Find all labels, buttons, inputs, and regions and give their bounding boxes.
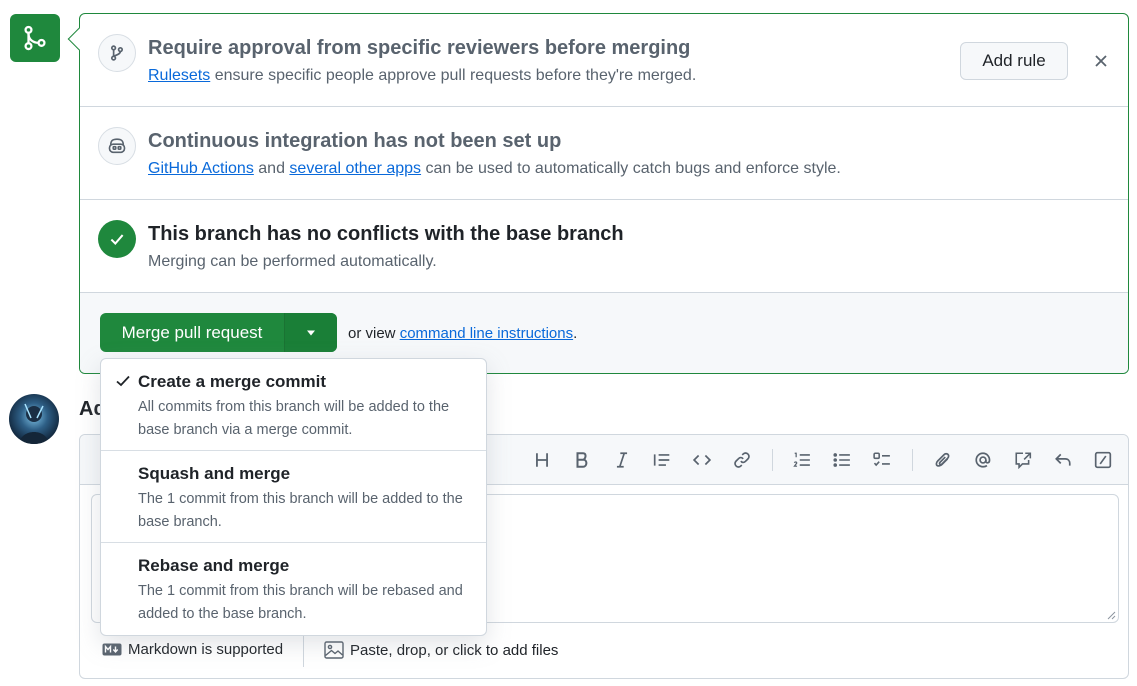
italic-icon bbox=[616, 452, 628, 468]
quote-button[interactable] bbox=[649, 447, 675, 473]
add-files-button[interactable]: Paste, drop, or click to add files bbox=[324, 641, 558, 659]
ordered-list-icon bbox=[793, 452, 810, 467]
bold-button[interactable] bbox=[569, 447, 595, 473]
toolbar-divider bbox=[912, 449, 913, 471]
check-icon-wrap bbox=[98, 220, 136, 258]
heading-icon bbox=[536, 453, 548, 467]
close-icon bbox=[1095, 55, 1107, 67]
toolbar-divider bbox=[772, 449, 773, 471]
markdown-icon bbox=[102, 643, 122, 656]
image-icon bbox=[324, 641, 344, 659]
ci-desc-text: can be used to automatically catch bugs … bbox=[421, 160, 841, 177]
ci-section: Continuous integration has not been set … bbox=[80, 107, 1128, 200]
paperclip-icon bbox=[935, 452, 950, 467]
menu-item-rebase-merge[interactable]: Rebase and merge The 1 commit from this … bbox=[101, 543, 486, 635]
numbered-list-button[interactable] bbox=[789, 447, 815, 473]
ci-title: Continuous integration has not been set … bbox=[148, 130, 562, 152]
ci-icon-wrap bbox=[98, 127, 136, 165]
heading-button[interactable] bbox=[529, 447, 555, 473]
markdown-note[interactable]: Markdown is supported bbox=[102, 641, 283, 658]
ruleset-description: Rulesets ensure specific people approve … bbox=[148, 67, 696, 85]
mention-button[interactable] bbox=[970, 447, 996, 473]
git-branch-icon bbox=[110, 45, 124, 61]
menu-item-title: Squash and merge bbox=[138, 464, 291, 483]
ruleset-section: Require approval from specific reviewers… bbox=[80, 14, 1128, 107]
branch-icon-wrap bbox=[98, 34, 136, 72]
unordered-list-icon bbox=[833, 453, 850, 467]
cross-reference-icon bbox=[1015, 452, 1032, 469]
reply-icon bbox=[1055, 453, 1071, 466]
git-merge-icon bbox=[24, 25, 46, 51]
cli-instructions-note: or view command line instructions. bbox=[348, 325, 577, 342]
slash-command-icon bbox=[1094, 451, 1112, 469]
menu-item-description: The 1 commit from this branch will be re… bbox=[138, 583, 463, 622]
attach-file-button[interactable] bbox=[930, 447, 956, 473]
period-text: . bbox=[573, 325, 578, 342]
merge-box: Require approval from specific reviewers… bbox=[79, 13, 1129, 374]
menu-item-squash-merge[interactable]: Squash and merge The 1 commit from this … bbox=[101, 451, 486, 543]
link-icon bbox=[734, 452, 750, 468]
ci-desc-and: and bbox=[253, 160, 290, 177]
merge-method-dropdown[interactable] bbox=[285, 313, 337, 352]
check-icon bbox=[110, 234, 124, 245]
user-avatar-image bbox=[9, 394, 59, 444]
add-rule-button[interactable]: Add rule bbox=[960, 42, 1068, 80]
rulesets-link[interactable]: Rulesets bbox=[148, 67, 210, 84]
comment-footer: Markdown is supported Paste, drop, or cl… bbox=[80, 635, 1128, 667]
github-actions-link[interactable]: GitHub Actions bbox=[148, 160, 254, 177]
bulleted-list-button[interactable] bbox=[829, 447, 855, 473]
quote-icon bbox=[653, 454, 670, 466]
task-list-button[interactable] bbox=[869, 447, 895, 473]
tasklist-icon bbox=[873, 452, 890, 467]
conflicts-title: This branch has no conflicts with the ba… bbox=[148, 223, 624, 245]
reference-button[interactable] bbox=[1010, 447, 1036, 473]
dismiss-button[interactable] bbox=[1088, 48, 1114, 74]
merge-pull-request-button[interactable]: Merge pull request bbox=[100, 313, 285, 352]
menu-item-title: Create a merge commit bbox=[138, 372, 327, 391]
conflicts-section: This branch has no conflicts with the ba… bbox=[80, 200, 1128, 293]
ruleset-desc-text: ensure specific people approve pull requ… bbox=[210, 67, 697, 84]
menu-item-description: All commits from this branch will be add… bbox=[138, 399, 450, 438]
saved-replies-button[interactable] bbox=[1050, 447, 1076, 473]
mention-icon bbox=[975, 452, 991, 468]
copilot-robot-icon bbox=[108, 138, 126, 154]
merge-status-badge bbox=[10, 14, 60, 62]
merge-method-menu: Create a merge commit All commits from t… bbox=[100, 358, 487, 636]
other-apps-link[interactable]: several other apps bbox=[289, 160, 421, 177]
ruleset-title: Require approval from specific reviewers… bbox=[148, 37, 691, 59]
footer-divider bbox=[303, 635, 304, 667]
code-icon bbox=[693, 454, 711, 466]
menu-item-description: The 1 commit from this branch will be ad… bbox=[138, 491, 463, 530]
menu-item-title: Rebase and merge bbox=[138, 556, 290, 575]
avatar[interactable] bbox=[9, 394, 59, 444]
check-icon bbox=[116, 375, 130, 387]
conflicts-description: Merging can be performed automatically. bbox=[148, 253, 437, 270]
code-button[interactable] bbox=[689, 447, 715, 473]
menu-item-merge-commit[interactable]: Create a merge commit All commits from t… bbox=[101, 359, 486, 451]
slash-commands-button[interactable] bbox=[1090, 447, 1116, 473]
resize-handle-icon[interactable] bbox=[1106, 610, 1116, 620]
paste-note-text: Paste, drop, or click to add files bbox=[350, 641, 559, 659]
bold-icon bbox=[576, 452, 588, 468]
command-line-instructions-link[interactable]: command line instructions bbox=[400, 325, 573, 342]
merge-button-group: Merge pull request bbox=[100, 313, 337, 352]
link-button[interactable] bbox=[729, 447, 755, 473]
triangle-down-icon bbox=[307, 330, 315, 335]
italic-button[interactable] bbox=[609, 447, 635, 473]
markdown-note-text: Markdown is supported bbox=[128, 641, 284, 658]
ci-description: GitHub Actions and several other apps ca… bbox=[148, 160, 841, 178]
or-view-text: or view bbox=[348, 325, 400, 342]
